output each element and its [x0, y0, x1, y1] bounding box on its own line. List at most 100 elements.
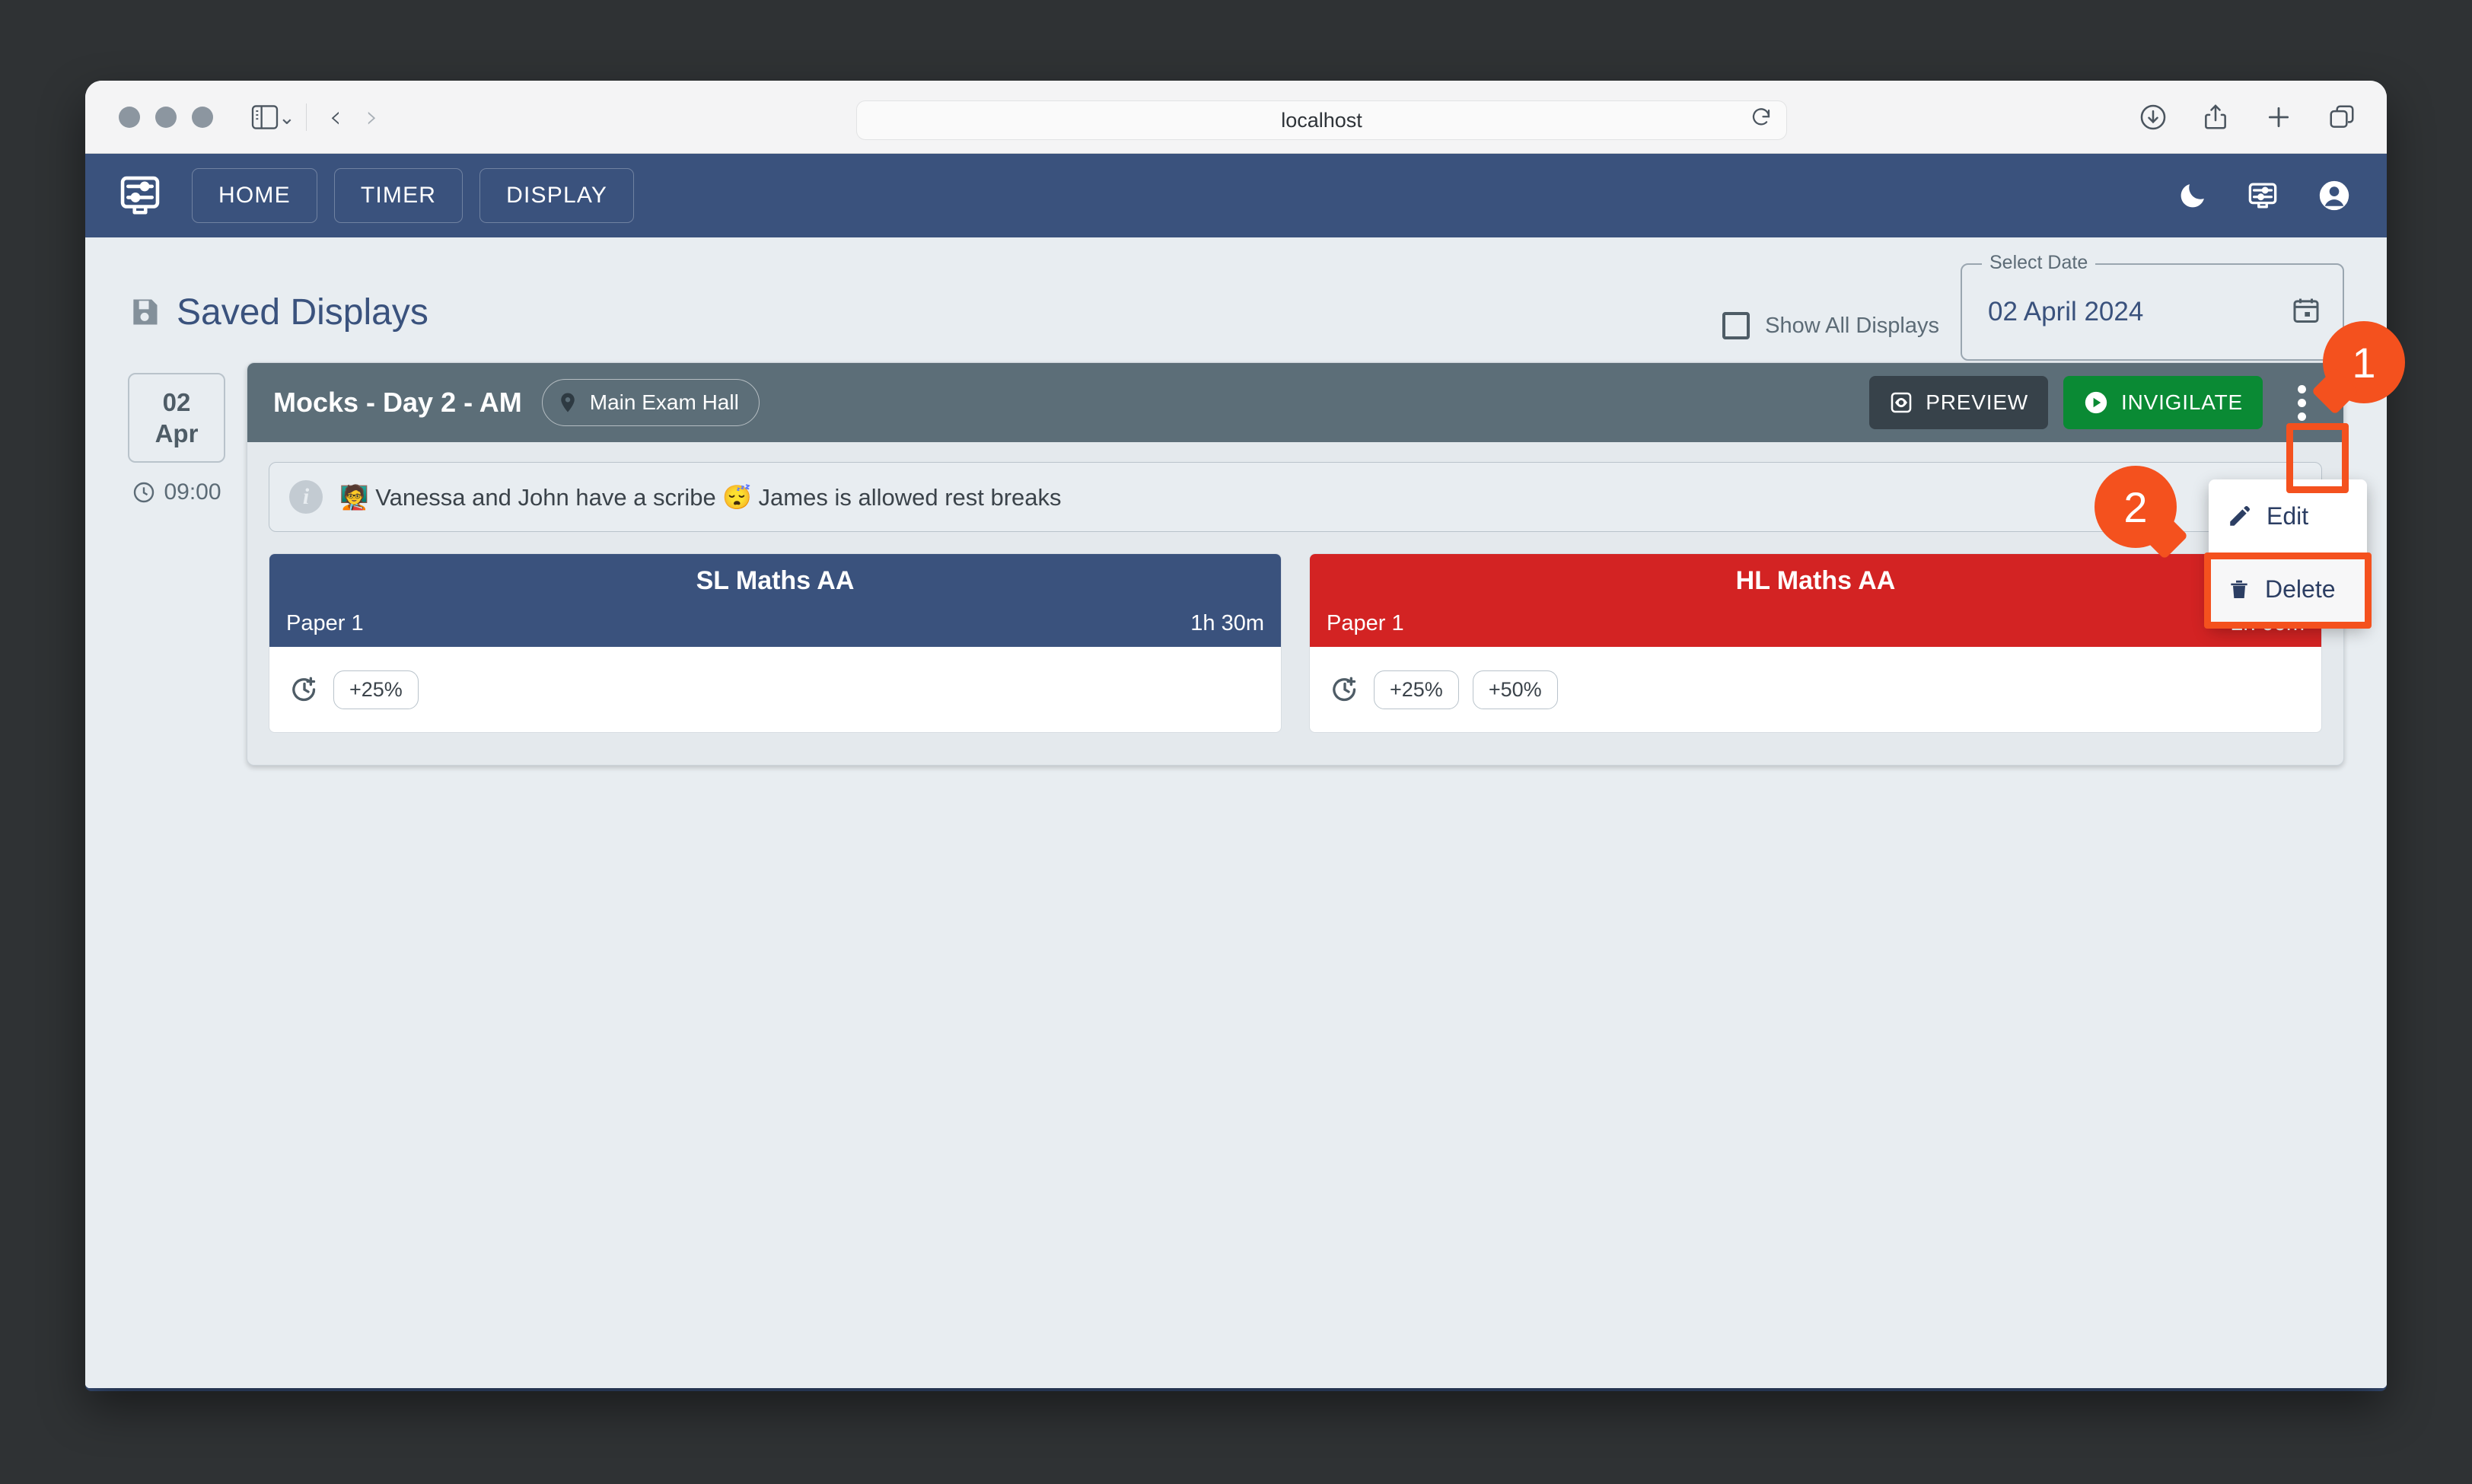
exam-paper: Paper 1 — [286, 611, 364, 635]
edit-menu-label: Edit — [2267, 502, 2309, 530]
location-pin-icon — [561, 393, 575, 412]
access-arrangements-text: 🧑‍🏫 Vanessa and John have a scribe 😴 Jam… — [339, 483, 1062, 511]
page-header-controls: Show All Displays Select Date 02 April 2… — [1722, 252, 2344, 361]
select-date-legend: Select Date — [1982, 252, 2096, 274]
screenshot-root: ⌄ ‹ › localhost HOME TIMER DISPLAY Saved… — [0, 0, 2472, 1484]
day-column: 02 Apr 09:00 — [128, 362, 225, 766]
room-chip[interactable]: Main Exam Hall — [541, 379, 760, 426]
tab-overview-icon[interactable] — [2327, 103, 2356, 132]
invigilate-button-label: INVIGILATE — [2121, 390, 2243, 414]
day-start-time: 09:00 — [128, 479, 225, 505]
browser-toolbar: ⌄ ‹ › localhost — [85, 81, 2387, 154]
preview-button-label: PREVIEW — [1926, 390, 2029, 414]
clock-icon — [134, 482, 154, 503]
exam-name: SL Maths AA — [696, 566, 855, 595]
day-month: Apr — [154, 419, 199, 447]
display-card-title: Mocks - Day 2 - AM — [273, 387, 522, 418]
forward-chevron-icon[interactable]: › — [354, 102, 390, 132]
trash-delete-icon — [2227, 576, 2251, 602]
exam-card-header: SL Maths AA Paper 1 1h 30m — [269, 554, 1281, 647]
minimize-window-button[interactable] — [155, 106, 177, 128]
exam-meta: Paper 1 1h 30m — [286, 611, 1264, 636]
browser-window: ⌄ ‹ › localhost HOME TIMER DISPLAY Saved… — [85, 81, 2387, 1388]
extra-time-pill: +25% — [1374, 670, 1459, 709]
info-circle-icon: i — [289, 480, 323, 514]
preview-button[interactable]: PREVIEW — [1869, 376, 2049, 429]
invigilate-button[interactable]: INVIGILATE — [2063, 376, 2263, 429]
show-all-displays-label: Show All Displays — [1765, 313, 1939, 338]
navbar-actions — [2177, 178, 2352, 213]
pencil-edit-icon — [2227, 503, 2253, 529]
exam-name: HL Maths AA — [1735, 566, 1896, 595]
checkbox-box[interactable] — [1722, 312, 1750, 339]
address-bar[interactable]: localhost — [856, 100, 1787, 140]
sidebar-chevron-down-icon[interactable]: ⌄ — [279, 107, 295, 127]
exam-card-header: HL Maths AA Paper 1 2h 00m — [1310, 554, 2321, 647]
display-card-header: Mocks - Day 2 - AM Main Exam Hall PREVIE… — [247, 363, 2343, 442]
step-2-number: 2 — [2123, 482, 2148, 531]
day-time-text: 09:00 — [164, 479, 221, 505]
app-navbar: HOME TIMER DISPLAY — [85, 154, 2387, 237]
display-card-actions: PREVIEW INVIGILATE — [1869, 376, 2325, 429]
page-title: Saved Displays — [128, 291, 428, 333]
card-options-menu: Edit Delete — [2209, 479, 2367, 626]
window-traffic-lights[interactable] — [119, 106, 213, 128]
page-header: Saved Displays Show All Displays Select … — [85, 237, 2387, 361]
displays-list: 02 Apr 09:00 Mocks - Day 2 - AM Main Exa… — [85, 352, 2387, 766]
downloads-icon[interactable] — [2139, 103, 2168, 132]
reload-icon[interactable] — [1750, 107, 1773, 135]
step-2-annotation-bubble: 2 — [2095, 466, 2189, 560]
step-1-annotation-bubble: 1 — [2311, 321, 2405, 416]
edit-menu-item[interactable]: Edit — [2209, 479, 2367, 553]
display-settings-icon[interactable] — [2245, 180, 2280, 212]
calendar-icon[interactable] — [2291, 295, 2321, 330]
kebab-dot — [2297, 412, 2306, 421]
extra-time-pill: +25% — [333, 670, 419, 709]
exam-card[interactable]: SL Maths AA Paper 1 1h 30m +25% — [269, 553, 1282, 733]
exam-card-body: +25% — [269, 647, 1281, 732]
day-number: 02 — [162, 387, 191, 416]
play-circle-icon — [2085, 391, 2107, 414]
toolbar-divider — [305, 103, 307, 131]
delete-menu-label: Delete — [2265, 575, 2336, 603]
select-date-value: 02 April 2024 — [1988, 297, 2144, 326]
close-window-button[interactable] — [119, 106, 140, 128]
url-text: localhost — [1281, 108, 1362, 132]
delete-menu-item[interactable]: Delete — [2209, 553, 2367, 626]
app-viewport: HOME TIMER DISPLAY Saved Displays Show A… — [85, 154, 2387, 1388]
browser-toolbar-right — [2139, 102, 2356, 132]
extra-time-pill: +50% — [1472, 670, 1558, 709]
extra-time-icon — [289, 674, 320, 705]
exam-paper: Paper 1 — [1327, 611, 1404, 635]
back-chevron-icon[interactable]: ‹ — [317, 102, 354, 132]
exam-card-body: +25% +50% — [1310, 647, 2321, 732]
kebab-dot — [2297, 384, 2306, 393]
nav-link-timer[interactable]: TIMER — [333, 168, 464, 223]
dark-mode-moon-icon[interactable] — [2177, 180, 2209, 212]
exam-duration: 1h 30m — [1190, 611, 1264, 635]
display-card: Mocks - Day 2 - AM Main Exam Hall PREVIE… — [247, 362, 2344, 766]
page-title-text: Saved Displays — [177, 291, 428, 333]
show-all-displays-checkbox[interactable]: Show All Displays — [1722, 312, 1939, 339]
exam-card[interactable]: HL Maths AA Paper 1 2h 00m — [1309, 553, 2322, 733]
day-date-box: 02 Apr — [128, 373, 225, 463]
nav-link-home[interactable]: HOME — [192, 168, 317, 223]
save-floppy-icon — [128, 295, 161, 329]
exam-list: SL Maths AA Paper 1 1h 30m +25% HL Maths… — [247, 532, 2343, 733]
select-date-field[interactable]: Select Date 02 April 2024 — [1961, 252, 2344, 361]
account-avatar-icon[interactable] — [2317, 178, 2352, 213]
room-name: Main Exam Hall — [589, 390, 739, 414]
extra-time-icon — [1330, 674, 1360, 705]
exam-meta: Paper 1 2h 00m — [1327, 611, 2305, 636]
preview-eye-icon — [1891, 392, 1912, 413]
new-tab-icon[interactable] — [2263, 102, 2294, 132]
nav-link-display[interactable]: DISPLAY — [479, 168, 635, 223]
access-arrangements-info: i 🧑‍🏫 Vanessa and John have a scribe 😴 J… — [269, 462, 2322, 532]
step-1-number: 1 — [2352, 338, 2376, 387]
kebab-dot — [2297, 398, 2306, 407]
display-settings-logo[interactable] — [111, 170, 169, 221]
primary-nav: HOME TIMER DISPLAY — [192, 168, 635, 223]
share-icon[interactable] — [2201, 103, 2230, 132]
sidebar-toggle-icon[interactable] — [251, 104, 279, 129]
maximize-window-button[interactable] — [192, 106, 213, 128]
